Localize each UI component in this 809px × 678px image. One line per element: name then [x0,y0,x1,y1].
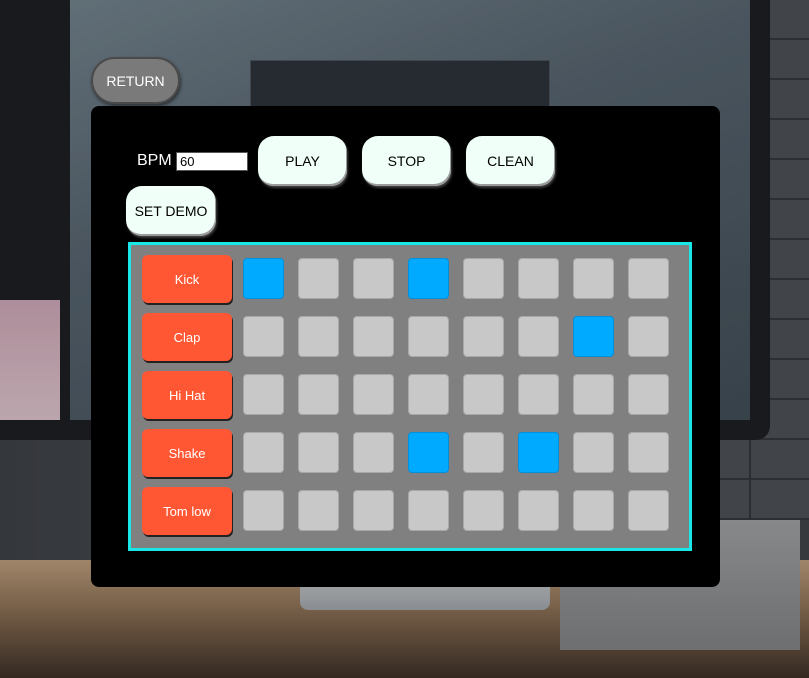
step-pad[interactable] [628,490,669,531]
bpm-label: BPM [137,152,172,169]
sequencer-row: Tom low [131,477,689,535]
step-pad[interactable] [518,316,559,357]
step-pad[interactable] [243,374,284,415]
step-pad[interactable] [243,490,284,531]
step-pad[interactable] [518,432,559,473]
step-pad[interactable] [408,374,449,415]
step-pad[interactable] [298,374,339,415]
step-pad[interactable] [573,490,614,531]
step-pad[interactable] [408,432,449,473]
step-pad[interactable] [628,374,669,415]
instrument-button-tom-low[interactable]: Tom low [142,487,232,535]
step-pad[interactable] [518,374,559,415]
step-pad[interactable] [518,258,559,299]
step-pad[interactable] [628,258,669,299]
step-pad[interactable] [243,258,284,299]
step-pad[interactable] [298,316,339,357]
step-pad[interactable] [243,316,284,357]
step-pad[interactable] [353,432,394,473]
step-pad[interactable] [573,374,614,415]
drum-machine-panel: BPM PLAY STOP CLEAN SET DEMO Kick Clap Hi … [91,106,720,587]
step-pad[interactable] [463,490,504,531]
step-pad[interactable] [353,258,394,299]
step-pad[interactable] [408,490,449,531]
bpm-input[interactable] [176,152,248,171]
clean-button[interactable]: CLEAN [466,136,555,186]
step-pad[interactable] [353,316,394,357]
set-demo-button[interactable]: SET DEMO [126,186,216,236]
step-pad[interactable] [298,432,339,473]
instrument-button-kick[interactable]: Kick [142,255,232,303]
step-pad[interactable] [628,316,669,357]
step-pad[interactable] [518,490,559,531]
stop-button[interactable]: STOP [362,136,451,186]
step-pad[interactable] [408,258,449,299]
step-pad[interactable] [353,490,394,531]
step-pad[interactable] [463,258,504,299]
step-pad[interactable] [628,432,669,473]
step-pad[interactable] [408,316,449,357]
return-button[interactable]: RETURN [91,57,180,104]
sequencer-grid: Kick Clap Hi Hat Shake Tom low [128,242,692,551]
sequencer-row: Clap [131,303,689,361]
instrument-button-clap[interactable]: Clap [142,313,232,361]
step-pad[interactable] [573,258,614,299]
sequencer-row: Kick [131,245,689,303]
step-pad[interactable] [353,374,394,415]
step-pad[interactable] [463,432,504,473]
sequencer-row: Shake [131,419,689,477]
sequencer-row: Hi Hat [131,361,689,419]
step-pad[interactable] [573,432,614,473]
instrument-button-shake[interactable]: Shake [142,429,232,477]
step-pad[interactable] [243,432,284,473]
instrument-button-hi-hat[interactable]: Hi Hat [142,371,232,419]
play-button[interactable]: PLAY [258,136,347,186]
step-pad[interactable] [298,490,339,531]
step-pad[interactable] [573,316,614,357]
step-pad[interactable] [463,316,504,357]
step-pad[interactable] [298,258,339,299]
step-pad[interactable] [463,374,504,415]
